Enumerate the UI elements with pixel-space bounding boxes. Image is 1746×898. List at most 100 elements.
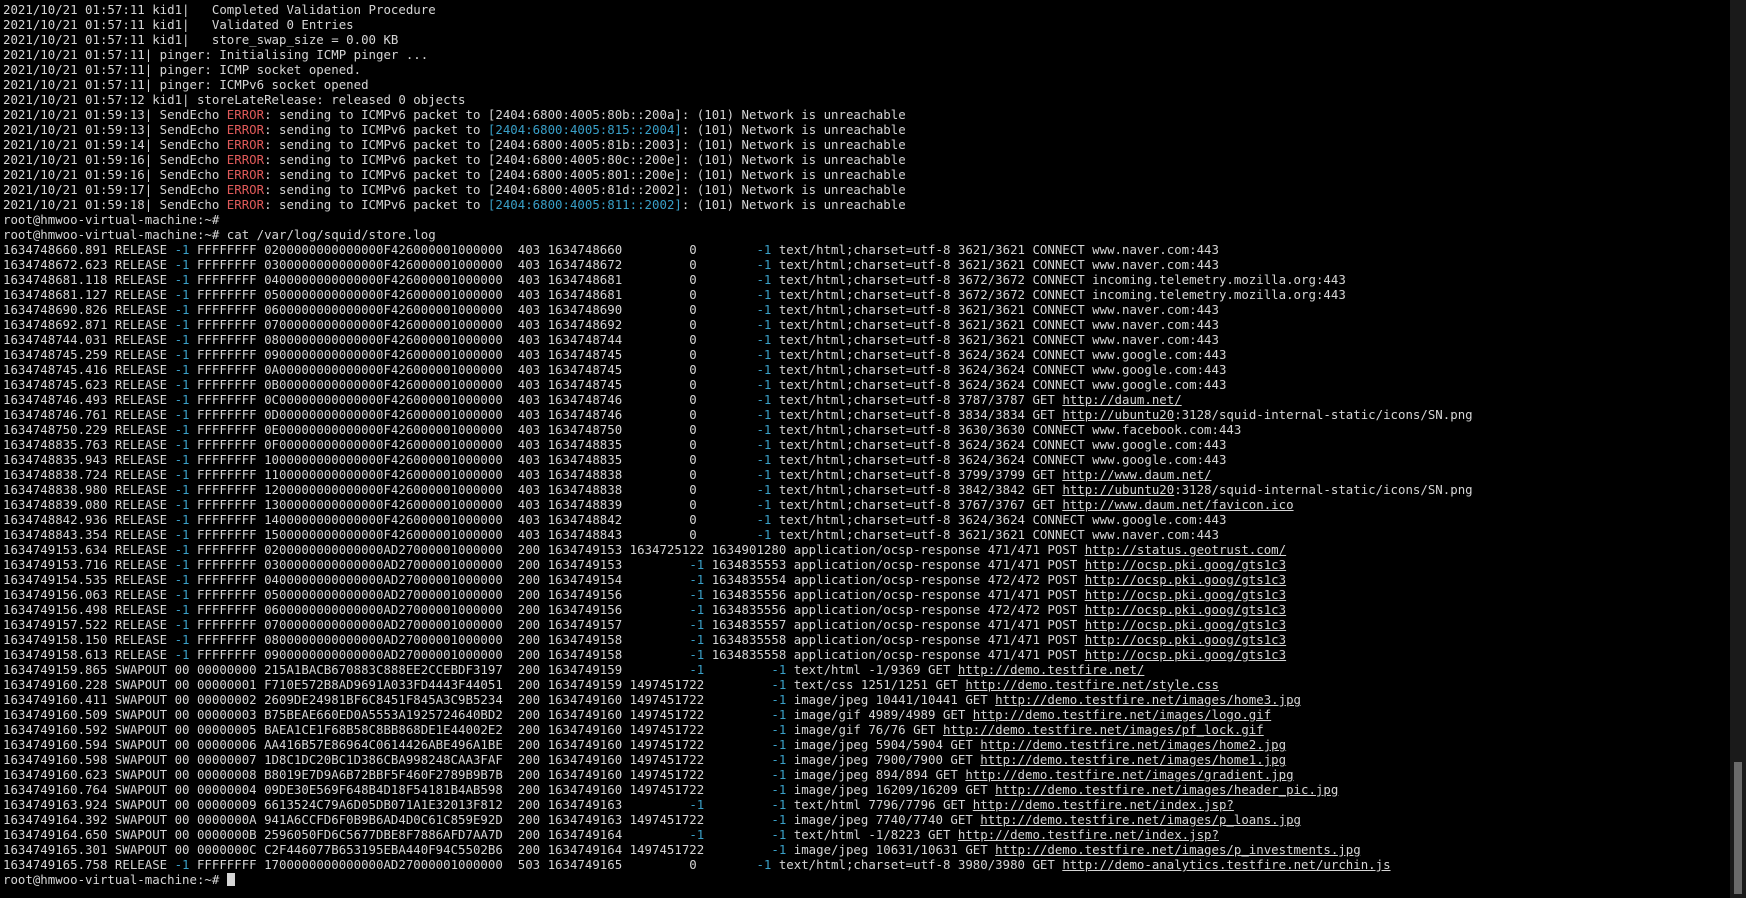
url-link[interactable]: http://www.daum.net/favicon.ico: [1062, 497, 1293, 512]
url-link[interactable]: http://demo.testfire.net/index.jsp?: [973, 797, 1234, 812]
url-link[interactable]: http://ocsp.pki.goog/gts1c3: [1085, 617, 1286, 632]
terminal-line: 1634749160.228 SWAPOUT 00 00000001 F710E…: [3, 677, 1730, 692]
line-text: 1634749164.650 SWAPOUT 00 0000000B 25960…: [3, 827, 690, 842]
negative-value: -1: [174, 557, 190, 572]
line-text: text/html;charset=utf-8 3834/3834 GET: [771, 407, 1063, 422]
negative-value: -1: [771, 662, 787, 677]
line-text: 1634748744.031 RELEASE: [3, 332, 175, 347]
url-link[interactable]: http://www.daum.net/: [1062, 467, 1211, 482]
line-text: 1634749160.598 SWAPOUT 00 00000007 1D8C1…: [3, 752, 772, 767]
negative-value: -1: [174, 632, 190, 647]
terminal-output[interactable]: 2021/10/21 01:57:11 kid1| Completed Vali…: [3, 2, 1730, 898]
negative-value: -1: [174, 617, 190, 632]
url-link[interactable]: http://ocsp.pki.goog/gts1c3: [1085, 602, 1286, 617]
line-text: 2021/10/21 01:59:13| SendEcho: [3, 122, 227, 137]
terminal-lines: 2021/10/21 01:57:11 kid1| Completed Vali…: [3, 2, 1730, 872]
line-text: text/html -1/8223 GET: [786, 827, 958, 842]
line-text: 1634749164.392 SWAPOUT 00 0000000A 941A6…: [3, 812, 772, 827]
negative-value: -1: [756, 317, 772, 332]
url-link[interactable]: http://demo.testfire.net/images/header_p…: [995, 782, 1338, 797]
url-link[interactable]: http://demo.testfire.net/images/p_loans.…: [980, 812, 1301, 827]
negative-value: -1: [174, 482, 190, 497]
url-link[interactable]: http://demo.testfire.net/images/p_invest…: [995, 842, 1361, 857]
terminal-line: 1634748690.826 RELEASE -1 FFFFFFFF 06000…: [3, 302, 1730, 317]
terminal-line: 2021/10/21 01:57:11| pinger: ICMPv6 sock…: [3, 77, 1730, 92]
negative-value: -1: [756, 362, 772, 377]
scrollbar-thumb[interactable]: [1734, 762, 1742, 894]
url-link[interactable]: http://daum.net/: [1062, 392, 1181, 407]
line-text: 1634749153.634 RELEASE: [3, 542, 175, 557]
negative-value: -1: [174, 647, 190, 662]
vertical-scrollbar[interactable]: [1730, 0, 1746, 898]
negative-value: -1: [756, 527, 772, 542]
url-link[interactable]: http://demo.testfire.net/images/gradient…: [965, 767, 1293, 782]
line-text: : sending to ICMPv6 packet to [2404:6800…: [264, 167, 906, 182]
terminal-line: 1634748672.623 RELEASE -1 FFFFFFFF 03000…: [3, 257, 1730, 272]
negative-value: -1: [756, 272, 772, 287]
url-link[interactable]: http://demo.testfire.net/images/home1.jp…: [980, 752, 1286, 767]
line-text: FFFFFFFF 0400000000000000AD2700000100000…: [189, 572, 690, 587]
url-link[interactable]: http://demo.testfire.net/images/home3.jp…: [995, 692, 1301, 707]
line-text: 1634748746.761 RELEASE: [3, 407, 175, 422]
line-text: FFFFFFFF 0500000000000000F42600000100000…: [189, 287, 757, 302]
negative-value: -1: [771, 752, 787, 767]
error-keyword: ERROR: [226, 107, 265, 122]
url-link[interactable]: http://demo.testfire.net/images/home2.jp…: [980, 737, 1286, 752]
line-text: 1634748746.493 RELEASE: [3, 392, 175, 407]
line-text: FFFFFFFF 1400000000000000F42600000100000…: [189, 512, 757, 527]
url-link[interactable]: http://demo.testfire.net/images/logo.gif: [973, 707, 1271, 722]
terminal-line: 2021/10/21 01:57:12 kid1| storeLateRelea…: [3, 92, 1730, 107]
negative-value: -1: [174, 392, 190, 407]
url-link[interactable]: http://demo.testfire.net/style.css: [965, 677, 1219, 692]
line-text: 2021/10/21 01:59:14| SendEcho: [3, 137, 227, 152]
url-link[interactable]: http://ocsp.pki.goog/gts1c3: [1085, 632, 1286, 647]
terminal-prompt-line[interactable]: root@hmwoo-virtual-machine:~#: [3, 872, 1730, 887]
url-link[interactable]: http://ubuntu20: [1062, 407, 1174, 422]
line-text: 1634835553 application/ocsp-response 471…: [704, 557, 1085, 572]
url-link[interactable]: http://status.geotrust.com/: [1085, 542, 1286, 557]
url-link[interactable]: http://demo.testfire.net/: [958, 662, 1145, 677]
line-text: 1634748745.259 RELEASE: [3, 347, 175, 362]
terminal-line: 1634749165.758 RELEASE -1 FFFFFFFF 17000…: [3, 857, 1730, 872]
line-text: FFFFFFFF 1000000000000000F42600000100000…: [189, 452, 757, 467]
url-link[interactable]: http://ocsp.pki.goog/gts1c3: [1085, 587, 1286, 602]
negative-value: -1: [689, 632, 705, 647]
url-link[interactable]: http://ocsp.pki.goog/gts1c3: [1085, 647, 1286, 662]
line-text: FFFFFFFF 0C00000000000000F42600000100000…: [189, 392, 757, 407]
line-text: text/html;charset=utf-8 3980/3980 GET: [771, 857, 1063, 872]
line-text: [704, 797, 771, 812]
line-text: 1634749158.613 RELEASE: [3, 647, 175, 662]
url-link[interactable]: http://ubuntu20: [1062, 482, 1174, 497]
line-text: text/html;charset=utf-8 3621/3621 CONNEC…: [771, 257, 1219, 272]
url-link[interactable]: http://demo.testfire.net/images/pf_lock.…: [943, 722, 1264, 737]
terminal-line: 1634748746.493 RELEASE -1 FFFFFFFF 0C000…: [3, 392, 1730, 407]
negative-value: -1: [756, 497, 772, 512]
terminal-line: 1634748745.259 RELEASE -1 FFFFFFFF 09000…: [3, 347, 1730, 362]
negative-value: -1: [174, 542, 190, 557]
negative-value: -1: [771, 782, 787, 797]
line-text: FFFFFFFF 0300000000000000AD2700000100000…: [189, 557, 690, 572]
terminal-line: 1634748681.118 RELEASE -1 FFFFFFFF 04000…: [3, 272, 1730, 287]
url-link[interactable]: http://ocsp.pki.goog/gts1c3: [1085, 572, 1286, 587]
line-text: : (101) Network is unreachable: [681, 122, 906, 137]
negative-value: -1: [174, 377, 190, 392]
negative-value: -1: [756, 422, 772, 437]
url-link[interactable]: http://demo.testfire.net/index.jsp?: [958, 827, 1219, 842]
terminal-line: 1634748744.031 RELEASE -1 FFFFFFFF 08000…: [3, 332, 1730, 347]
negative-value: -1: [771, 692, 787, 707]
negative-value: -1: [174, 287, 190, 302]
url-link[interactable]: http://demo-analytics.testfire.net/urchi…: [1062, 857, 1390, 872]
line-text: 1634835556 application/ocsp-response 472…: [704, 602, 1085, 617]
line-text: :3128/squid-internal-static/icons/SN.png: [1174, 482, 1473, 497]
line-text: image/jpeg 5904/5904 GET: [786, 737, 981, 752]
line-text: FFFFFFFF 0F00000000000000F42600000100000…: [189, 437, 757, 452]
url-link[interactable]: http://ocsp.pki.goog/gts1c3: [1085, 557, 1286, 572]
line-text: image/jpeg 16209/16209 GET: [786, 782, 996, 797]
terminal-line: 1634749160.592 SWAPOUT 00 00000005 BAEA1…: [3, 722, 1730, 737]
line-text: 2021/10/21 01:57:12 kid1| storeLateRelea…: [3, 92, 466, 107]
terminal-line: 1634749157.522 RELEASE -1 FFFFFFFF 07000…: [3, 617, 1730, 632]
line-text: 1634749156.063 RELEASE: [3, 587, 175, 602]
line-text: 1634748839.080 RELEASE: [3, 497, 175, 512]
negative-value: -1: [689, 602, 705, 617]
terminal-line: 1634749160.594 SWAPOUT 00 00000006 AA416…: [3, 737, 1730, 752]
